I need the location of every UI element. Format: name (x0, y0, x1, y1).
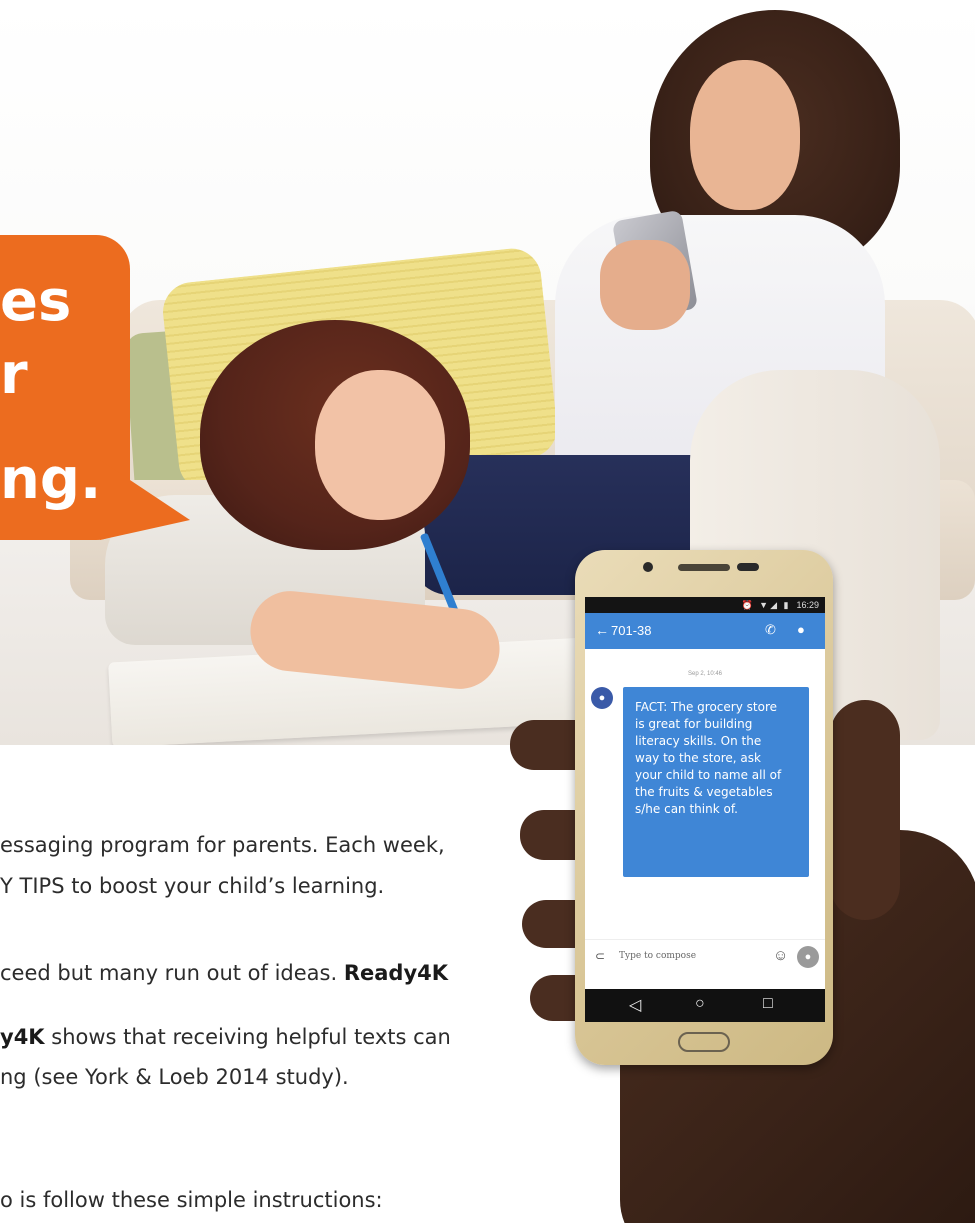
research-line-2: y4K shows that receiving helpful texts c… (0, 1022, 451, 1052)
mother-face (690, 60, 800, 210)
message-bubble: FACT: The grocery store is great for bui… (623, 687, 809, 877)
front-camera (643, 562, 653, 572)
android-nav-bar: ◁ ○ □ (585, 989, 825, 1022)
status-time: 16:29 (796, 600, 819, 610)
message-line: is great for building (635, 717, 753, 731)
message-line: your child to name all of (635, 768, 782, 782)
girl-face (315, 370, 445, 520)
thumb (830, 700, 900, 920)
proximity-sensor (737, 563, 759, 571)
back-arrow-icon[interactable]: ← (595, 622, 609, 638)
status-bar: ⏰ ▼◢ ▮ 16:29 (585, 597, 825, 613)
ready4k-brand-2: y4K (0, 1025, 45, 1049)
research-line-2-text: shows that receiving helpful texts can (44, 1025, 451, 1049)
person-icon[interactable]: ● (797, 622, 805, 637)
sender-avatar: ● (591, 687, 613, 709)
status-icons: ⏰ ▼◢ ▮ (741, 600, 791, 610)
research-line-1: ceed but many run out of ideas. Ready4K (0, 958, 448, 988)
earpiece-speaker (678, 564, 730, 571)
contact-number: 701-38 (611, 623, 652, 638)
send-icon[interactable]: ● (797, 946, 819, 968)
message-line: s/he can think of. (635, 802, 738, 816)
home-button[interactable] (678, 1032, 730, 1052)
headline-line-2: r (0, 342, 28, 407)
message-timestamp: Sep 2, 10:46 (687, 671, 723, 677)
smartphone: ⏰ ▼◢ ▮ 16:29 ← 701-38 ✆ ● Sep 2, 10:46 ● … (575, 550, 833, 1065)
smiley-icon[interactable]: ☺ (773, 947, 788, 964)
nav-back-icon[interactable]: ◁ (629, 995, 641, 1015)
message-line: the fruits & vegetables (635, 785, 773, 799)
ready4k-brand: Ready4K (343, 961, 449, 985)
headline-line-1: es (0, 269, 72, 334)
paperclip-icon[interactable]: ⊂ (595, 949, 605, 963)
instructions-line: o is follow these simple instructions: (0, 1188, 383, 1212)
message-line: FACT: The grocery store (635, 700, 777, 714)
research-line-3: ng (see York & Loeb 2014 study). (0, 1065, 349, 1089)
phone-call-icon[interactable]: ✆ (765, 622, 776, 638)
compose-bar: ⊂ Type to compose ☺ ● (585, 939, 825, 973)
nav-recent-icon[interactable]: □ (763, 995, 773, 1013)
headline-line-3: ng. (0, 447, 102, 512)
message-line: literacy skills. On the (635, 734, 762, 748)
conversation-header: ← 701-38 ✆ ● (585, 613, 825, 649)
phone-screen: ⏰ ▼◢ ▮ 16:29 ← 701-38 ✆ ● Sep 2, 10:46 ● … (585, 597, 825, 1022)
intro-line-1: essaging program for parents. Each week, (0, 833, 445, 857)
research-line-1-text: ceed but many run out of ideas. (0, 961, 344, 985)
compose-input[interactable]: Type to compose (619, 951, 696, 961)
intro-line-2: Y TIPS to boost your child’s learning. (0, 874, 385, 898)
message-line: way to the store, ask (635, 751, 761, 765)
nav-home-icon[interactable]: ○ (695, 995, 705, 1013)
headline-badge-tail (100, 460, 190, 540)
mother-hand (600, 240, 690, 330)
